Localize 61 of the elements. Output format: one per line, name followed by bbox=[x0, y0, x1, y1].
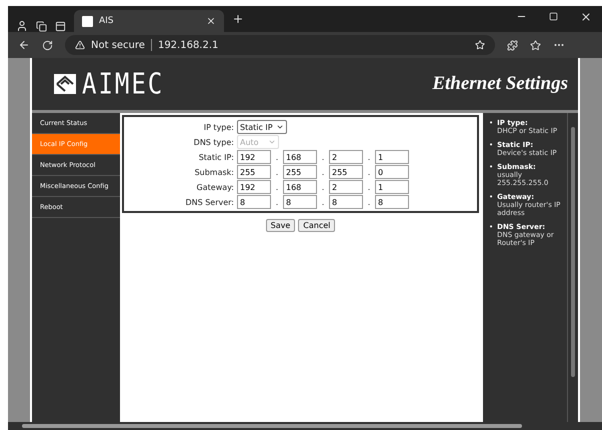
octet-input[interactable]: 192 bbox=[237, 180, 271, 194]
favorite-icon[interactable] bbox=[475, 40, 485, 50]
field-label: Submask: bbox=[194, 168, 234, 176]
maximize-icon[interactable] bbox=[549, 10, 558, 22]
warning-icon bbox=[75, 40, 85, 50]
dot-separator: . bbox=[366, 182, 372, 192]
back-icon[interactable] bbox=[18, 39, 30, 51]
field-label: DNS type: bbox=[192, 138, 234, 146]
dot-separator: . bbox=[320, 182, 326, 192]
workspaces-icon[interactable] bbox=[36, 21, 47, 32]
dot-separator: . bbox=[366, 152, 372, 162]
close-icon[interactable] bbox=[206, 16, 216, 26]
select-field: Auto bbox=[237, 135, 279, 149]
octet-input[interactable]: 255 bbox=[329, 165, 363, 179]
octet-input[interactable]: 2 bbox=[329, 180, 363, 194]
profile-icon[interactable] bbox=[16, 20, 28, 32]
octet-input[interactable]: 8 bbox=[329, 195, 363, 209]
dot-separator: . bbox=[320, 152, 326, 162]
reload-icon[interactable] bbox=[42, 40, 53, 50]
close-icon[interactable] bbox=[580, 10, 592, 22]
field-label: IP type: bbox=[202, 122, 234, 132]
octet-input[interactable]: 8 bbox=[375, 195, 409, 209]
new-tab-icon[interactable] bbox=[232, 13, 244, 25]
favorites-icon[interactable] bbox=[530, 40, 541, 50]
tab-actions-icon[interactable] bbox=[55, 21, 66, 32]
octet-input[interactable]: 192 bbox=[237, 150, 271, 164]
extensions-icon[interactable] bbox=[507, 40, 518, 50]
logo-icon bbox=[54, 74, 76, 94]
octet-input[interactable]: 255 bbox=[237, 165, 271, 179]
dot-separator: . bbox=[274, 182, 280, 192]
octet-input[interactable]: 2 bbox=[329, 150, 363, 164]
dot-separator: . bbox=[366, 198, 372, 206]
page-title: Ethernet Settings bbox=[432, 73, 568, 95]
field-label: Static IP: bbox=[198, 152, 234, 162]
octet-input[interactable]: 8 bbox=[237, 195, 271, 209]
field-label: DNS Server: bbox=[184, 198, 234, 206]
octet-input[interactable]: 1 bbox=[375, 180, 409, 194]
dot-separator: . bbox=[320, 168, 326, 176]
dot-separator: . bbox=[274, 198, 280, 206]
octet-input[interactable]: 168 bbox=[283, 180, 317, 194]
dot-separator: . bbox=[274, 152, 280, 162]
logo-text: AIMEC bbox=[82, 67, 164, 101]
security-label: Not secure bbox=[91, 40, 145, 50]
octet-input[interactable]: 255 bbox=[283, 165, 317, 179]
dot-separator: . bbox=[320, 198, 326, 206]
select-field[interactable]: Static IP bbox=[237, 120, 287, 134]
octet-input[interactable]: 1 bbox=[375, 150, 409, 164]
favicon-icon bbox=[82, 16, 93, 26]
browser-tab[interactable]: AIS bbox=[74, 10, 224, 32]
field-label: Gateway: bbox=[196, 182, 234, 192]
octet-input[interactable]: 8 bbox=[283, 195, 317, 209]
dot-separator: . bbox=[366, 168, 372, 176]
octet-input[interactable]: 168 bbox=[283, 150, 317, 164]
scrollbar-thumb[interactable] bbox=[22, 424, 522, 428]
url-text: 192.168.2.1 bbox=[158, 40, 218, 50]
scrollbar-thumb[interactable] bbox=[571, 127, 575, 377]
save-button[interactable]: Save bbox=[266, 219, 296, 232]
dot-separator: . bbox=[274, 168, 280, 176]
cancel-button[interactable]: Cancel bbox=[298, 219, 336, 232]
octet-input[interactable]: 0 bbox=[375, 165, 409, 179]
address-bar[interactable]: Not secure 192.168.2.1 bbox=[65, 35, 495, 55]
